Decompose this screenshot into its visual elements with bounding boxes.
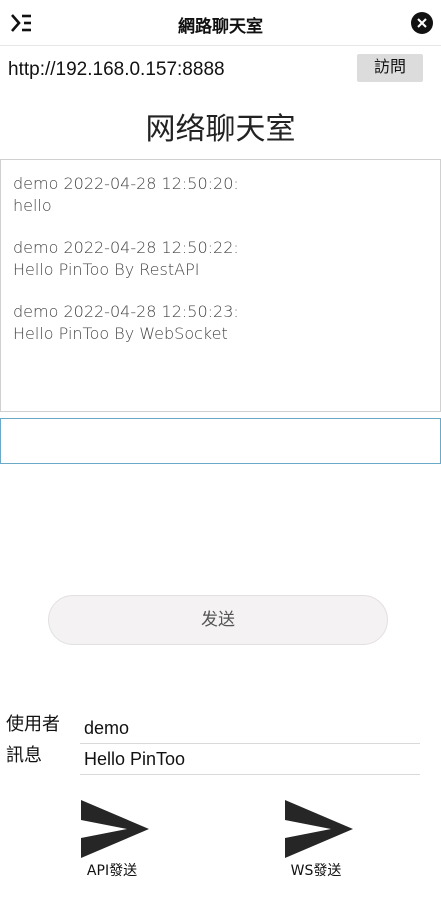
server-url: http://192.168.0.157:8888 (8, 59, 225, 80)
url-bar: http://192.168.0.157:8888 訪問 (0, 46, 441, 90)
send-arrow-icon (81, 800, 149, 858)
chat-message: demo 2022-04-28 12:50:20: hello (13, 173, 428, 217)
window-title: 網路聊天室 (178, 17, 263, 37)
message-input[interactable] (0, 418, 441, 464)
ws-send-button[interactable]: WS發送 (261, 800, 371, 882)
user-row: 使用者 (0, 710, 441, 744)
message-text: Hello PinToo By WebSocket (13, 324, 228, 343)
message-text: hello (13, 196, 52, 215)
user-field[interactable] (80, 714, 420, 744)
ws-send-label: WS發送 (290, 863, 342, 879)
api-send-label: API發送 (86, 863, 138, 879)
chat-message: demo 2022-04-28 12:50:23: Hello PinToo B… (13, 301, 428, 345)
page-title: 网络聊天室 (145, 112, 296, 147)
send-button[interactable]: 发送 (48, 595, 388, 645)
close-icon[interactable] (411, 12, 433, 34)
chat-log[interactable]: demo 2022-04-28 12:50:20: hello demo 202… (0, 159, 441, 412)
visit-button[interactable]: 訪問 (357, 54, 423, 82)
message-meta: demo 2022-04-28 12:50:22: (13, 238, 239, 257)
user-label: 使用者 (6, 714, 60, 735)
message-row: 訊息 (0, 741, 441, 775)
message-field[interactable] (80, 745, 420, 775)
chat-message: demo 2022-04-28 12:50:22: Hello PinToo B… (13, 237, 428, 281)
api-send-button[interactable]: API發送 (57, 800, 167, 882)
send-arrow-icon (285, 800, 353, 858)
message-text: Hello PinToo By RestAPI (13, 260, 200, 279)
title-bar: 網路聊天室 (0, 0, 441, 46)
message-label: 訊息 (6, 745, 42, 766)
message-meta: demo 2022-04-28 12:50:23: (13, 302, 239, 321)
message-meta: demo 2022-04-28 12:50:20: (13, 174, 239, 193)
